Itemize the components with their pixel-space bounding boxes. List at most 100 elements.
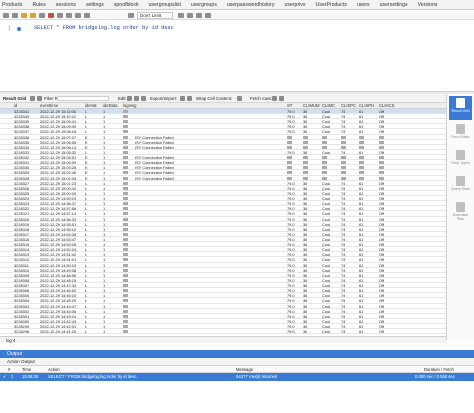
blob-icon[interactable] — [123, 161, 128, 165]
tab-item[interactable]: settings — [81, 0, 109, 9]
blob-icon[interactable] — [123, 243, 128, 247]
output-row[interactable]: ✔ 1 15:06:30 SELECT * FROM bridgelog.log… — [0, 373, 474, 381]
beautify-icon[interactable] — [178, 13, 184, 18]
blob-icon[interactable] — [123, 268, 128, 272]
blob-icon[interactable] — [123, 171, 128, 175]
null-icon[interactable] — [287, 140, 292, 144]
blob-icon[interactable] — [123, 299, 128, 303]
stop-icon[interactable] — [48, 13, 54, 18]
tab-item[interactable]: Products — [0, 0, 27, 9]
cell-value[interactable]: Off — [379, 329, 384, 334]
cell-value[interactable]: 36 — [303, 329, 307, 334]
null-icon[interactable] — [341, 140, 346, 144]
blob-icon[interactable] — [123, 258, 128, 262]
blob-icon[interactable] — [123, 304, 128, 308]
null-icon[interactable] — [341, 145, 346, 149]
execution-plan-button[interactable]: Execution Plan — [449, 200, 472, 224]
null-icon[interactable] — [379, 161, 384, 165]
null-icon[interactable] — [341, 156, 346, 160]
null-icon[interactable] — [303, 156, 308, 160]
null-icon[interactable] — [303, 171, 308, 175]
blob-icon[interactable] — [123, 181, 128, 185]
blob-icon[interactable] — [123, 156, 128, 160]
blob-icon[interactable] — [123, 207, 128, 211]
blob-icon[interactable] — [123, 145, 128, 149]
blob-icon[interactable] — [123, 314, 128, 318]
word-wrap-icon[interactable] — [205, 13, 211, 18]
blob-icon[interactable] — [123, 273, 128, 277]
open-file-icon[interactable] — [3, 13, 9, 18]
blob-icon[interactable] — [123, 217, 128, 221]
blob-icon[interactable] — [123, 202, 128, 206]
cell-value[interactable]: 79.0 — [287, 329, 295, 334]
fetch-next-icon[interactable] — [272, 96, 277, 101]
wrap-cell-icon[interactable] — [237, 96, 242, 101]
null-icon[interactable] — [341, 161, 346, 165]
blob-icon[interactable] — [123, 186, 128, 190]
result-tab-log[interactable]: log 4 — [6, 337, 15, 344]
cell-value[interactable]: Cool — [322, 329, 330, 334]
blob-icon[interactable] — [123, 330, 128, 334]
commit-icon[interactable] — [66, 13, 72, 18]
null-icon[interactable] — [287, 156, 292, 160]
blob-icon[interactable] — [123, 319, 128, 323]
blob-icon[interactable] — [123, 166, 128, 170]
null-icon[interactable] — [322, 156, 327, 160]
cell-value[interactable]: 61 — [359, 329, 363, 334]
tab-item[interactable]: usergroupslist — [144, 0, 186, 9]
sql-editor[interactable]: 1 SELECT * FROM bridgelog.log order by i… — [0, 20, 474, 92]
field-types-button[interactable]: Field Types — [449, 148, 472, 172]
null-icon[interactable] — [303, 135, 308, 139]
tab-item[interactable]: UserProducts — [311, 0, 352, 9]
null-icon[interactable] — [359, 166, 364, 170]
blob-icon[interactable] — [123, 191, 128, 195]
null-icon[interactable] — [341, 176, 346, 180]
tab-item[interactable]: sessions — [51, 0, 81, 9]
null-icon[interactable] — [341, 166, 346, 170]
cell-type[interactable]: L — [85, 329, 87, 334]
blob-icon[interactable] — [123, 238, 128, 241]
tab-item[interactable]: userpasswordhistory — [222, 0, 280, 9]
toggle-icon[interactable] — [57, 13, 63, 18]
null-icon[interactable] — [303, 176, 308, 180]
tab-item[interactable]: usersettings — [375, 0, 413, 9]
blob-icon[interactable] — [123, 140, 128, 144]
blob-icon[interactable] — [123, 197, 128, 201]
null-icon[interactable] — [359, 140, 364, 144]
null-icon[interactable] — [287, 176, 292, 180]
find-icon[interactable] — [187, 13, 193, 18]
blob-icon[interactable] — [123, 278, 128, 282]
invisible-chars-icon[interactable] — [196, 13, 202, 18]
null-icon[interactable] — [303, 145, 308, 149]
execute-statement-icon[interactable] — [30, 13, 36, 18]
form-editor-button[interactable]: Form Editor — [449, 122, 472, 146]
tab-item[interactable]: spoofblock — [109, 0, 144, 9]
blob-icon[interactable] — [123, 150, 128, 154]
cell-value[interactable]: 74 — [341, 329, 345, 334]
null-icon[interactable] — [379, 166, 384, 170]
null-icon[interactable] — [322, 176, 327, 180]
null-icon[interactable] — [379, 135, 384, 139]
blob-icon[interactable] — [123, 135, 128, 139]
null-icon[interactable] — [287, 145, 292, 149]
tab-item[interactable]: users — [352, 0, 375, 9]
action-output-label[interactable]: Action Output — [7, 358, 35, 366]
delete-row-icon[interactable] — [141, 96, 146, 101]
null-icon[interactable] — [287, 171, 292, 175]
blob-icon[interactable] — [123, 325, 128, 329]
null-icon[interactable] — [322, 140, 327, 144]
blob-icon[interactable] — [123, 294, 128, 298]
null-icon[interactable] — [322, 166, 327, 170]
null-icon[interactable] — [322, 135, 327, 139]
null-icon[interactable] — [303, 166, 308, 170]
cell-eventtime[interactable]: 2022-12-29 14:41:20 — [40, 329, 76, 334]
null-icon[interactable] — [287, 161, 292, 165]
tab-item[interactable]: usergroups — [186, 0, 222, 9]
blob-icon[interactable] — [123, 125, 128, 129]
save-file-icon[interactable] — [12, 13, 18, 18]
tab-item[interactable]: Versions — [413, 0, 443, 9]
blob-icon[interactable] — [123, 176, 128, 180]
blob-icon[interactable] — [123, 309, 128, 313]
null-icon[interactable] — [379, 145, 384, 149]
null-icon[interactable] — [359, 161, 364, 165]
